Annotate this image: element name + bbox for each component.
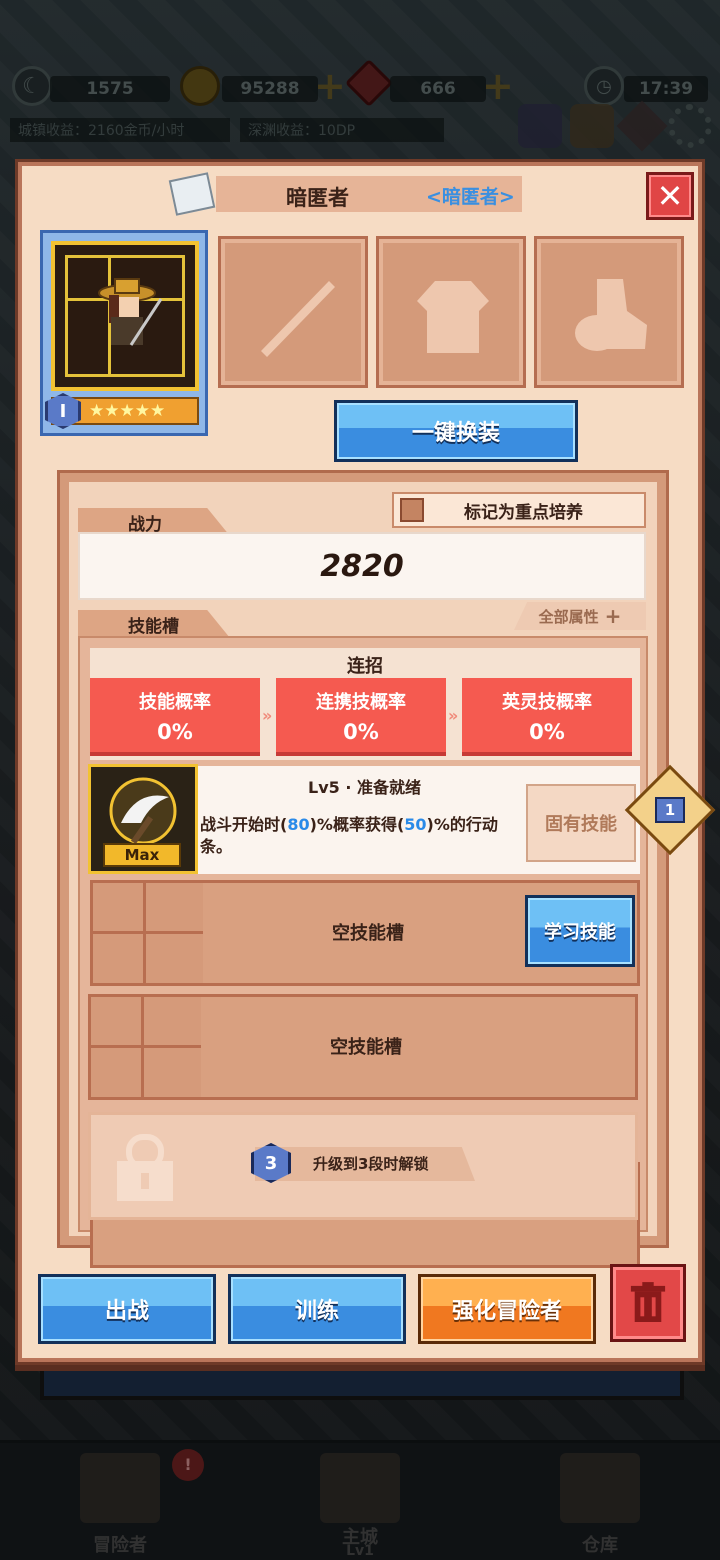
dismiss-hero-button[interactable] — [610, 1264, 686, 1342]
skill-max-badge: Max — [103, 843, 181, 867]
innate-skill-row[interactable]: Max Lv5 · 准备就绪 战斗开始时(80)%概率获得(50)%的行动条。 … — [88, 764, 640, 874]
enhance-button[interactable]: 强化冒险者 — [418, 1274, 596, 1344]
equip-slot-accessory[interactable] — [534, 236, 684, 388]
empty-skill-slot-2-frame[interactable]: 空技能槽 — [88, 994, 638, 1100]
chevron-right-icon: » — [448, 706, 459, 725]
innate-skill-label: 固有技能 — [545, 814, 617, 835]
empty-skill-slot-1[interactable]: 空技能槽 学习技能 — [90, 880, 640, 986]
equip-slot-armor[interactable] — [376, 236, 526, 388]
tier-text: I — [59, 400, 67, 422]
train-label: 训练 — [294, 1299, 339, 1324]
close-icon: ✕ — [656, 177, 684, 215]
skill-book-icon: 1 — [655, 797, 685, 823]
focus-checkbox[interactable] — [400, 498, 424, 522]
skill-level: Lv5 · 准备就绪 — [308, 778, 421, 797]
skill-desc-num1: 80 — [287, 815, 310, 834]
armor-slot-icon — [417, 281, 489, 353]
combo-link-chance: 连携技概率 0% — [276, 678, 446, 756]
mark-focus-label: 标记为重点培养 — [464, 502, 583, 523]
enhance-label: 强化冒险者 — [451, 1299, 562, 1324]
equip-slot-weapon[interactable] — [218, 236, 368, 388]
combo-panel: 连招 技能概率 0% » 连携技概率 0% » 英灵技概率 0% — [90, 648, 640, 760]
portrait-frame — [51, 241, 199, 391]
locked-skill-slot: 3 升级到3段时解锁 — [88, 1112, 638, 1220]
plus-icon: + — [604, 604, 622, 628]
innate-skill-button[interactable]: 固有技能 — [526, 784, 636, 862]
close-button[interactable]: ✕ — [646, 172, 694, 220]
skill-desc-num2: 50 — [404, 815, 427, 834]
equip-all-label: 一键换装 — [411, 421, 500, 446]
combo-skill-chance-label: 技能概率 — [139, 692, 211, 713]
boots-slot-icon — [575, 279, 647, 351]
weapon-slot-icon — [261, 281, 335, 357]
hero-name: 暗匿者 — [286, 186, 349, 210]
combo-skill-chance-value: 0% — [157, 720, 193, 744]
skill-book-count: 1 — [664, 801, 676, 819]
power-value: 2820 — [320, 548, 404, 584]
equip-all-button[interactable]: 一键换装 — [334, 400, 578, 462]
unlock-text: 升级到3段时解锁 — [313, 1155, 429, 1173]
unlock-rank: 3 — [264, 1152, 278, 1174]
lock-icon — [117, 1134, 173, 1201]
mark-focus-toggle[interactable]: 标记为重点培养 — [392, 492, 646, 528]
hero-class: <暗匿者> — [426, 186, 515, 208]
combo-spirit-chance-label: 英灵技概率 — [502, 692, 592, 713]
deploy-button[interactable]: 出战 — [38, 1274, 216, 1344]
trash-icon — [630, 1282, 666, 1322]
skill-description: 战斗开始时(80)%概率获得(50)%的行动条。 — [200, 814, 520, 858]
train-button[interactable]: 训练 — [228, 1274, 406, 1344]
combo-skill-chance: 技能概率 0% — [90, 678, 260, 756]
combo-title: 连招 — [347, 656, 383, 677]
skill-desc-mid: )%概率获得( — [309, 815, 405, 834]
combo-link-chance-value: 0% — [343, 720, 379, 744]
hero-detail-modal: 暗匿者 <暗匿者> ✕ ★★★★★ I 一键换装 标记为重点培养 战力 2820… — [18, 162, 716, 1362]
all-attributes-label: 全部属性 — [538, 607, 599, 626]
empty-slot-label: 空技能槽 — [330, 1037, 402, 1058]
deploy-label: 出战 — [104, 1299, 149, 1324]
combo-spirit-chance-value: 0% — [529, 720, 565, 744]
all-attributes-button[interactable]: 全部属性 + — [514, 602, 646, 630]
skill-desc-pre: 战斗开始时( — [200, 815, 288, 834]
power-tab-label: 战力 — [128, 514, 162, 535]
chevron-right-icon: » — [262, 706, 273, 725]
hero-portrait[interactable]: ★★★★★ I — [40, 230, 208, 436]
hero-sprite-icon — [98, 278, 163, 359]
learn-skill-button[interactable]: 学习技能 — [525, 895, 635, 967]
learn-skill-label: 学习技能 — [544, 922, 616, 943]
skill-slot-tab-label: 技能槽 — [128, 616, 179, 637]
combo-link-chance-label: 连携技概率 — [316, 692, 406, 713]
star-icons: ★★★★★ — [89, 401, 166, 421]
skill-icon[interactable]: Max — [88, 764, 198, 874]
title-bar: 暗匿者 <暗匿者> — [216, 176, 522, 212]
power-display: 2820 — [78, 532, 646, 600]
skill-slot-tab: 技能槽 — [78, 610, 230, 638]
rename-icon[interactable] — [168, 172, 216, 216]
combo-spirit-chance: 英灵技概率 0% — [462, 678, 632, 756]
